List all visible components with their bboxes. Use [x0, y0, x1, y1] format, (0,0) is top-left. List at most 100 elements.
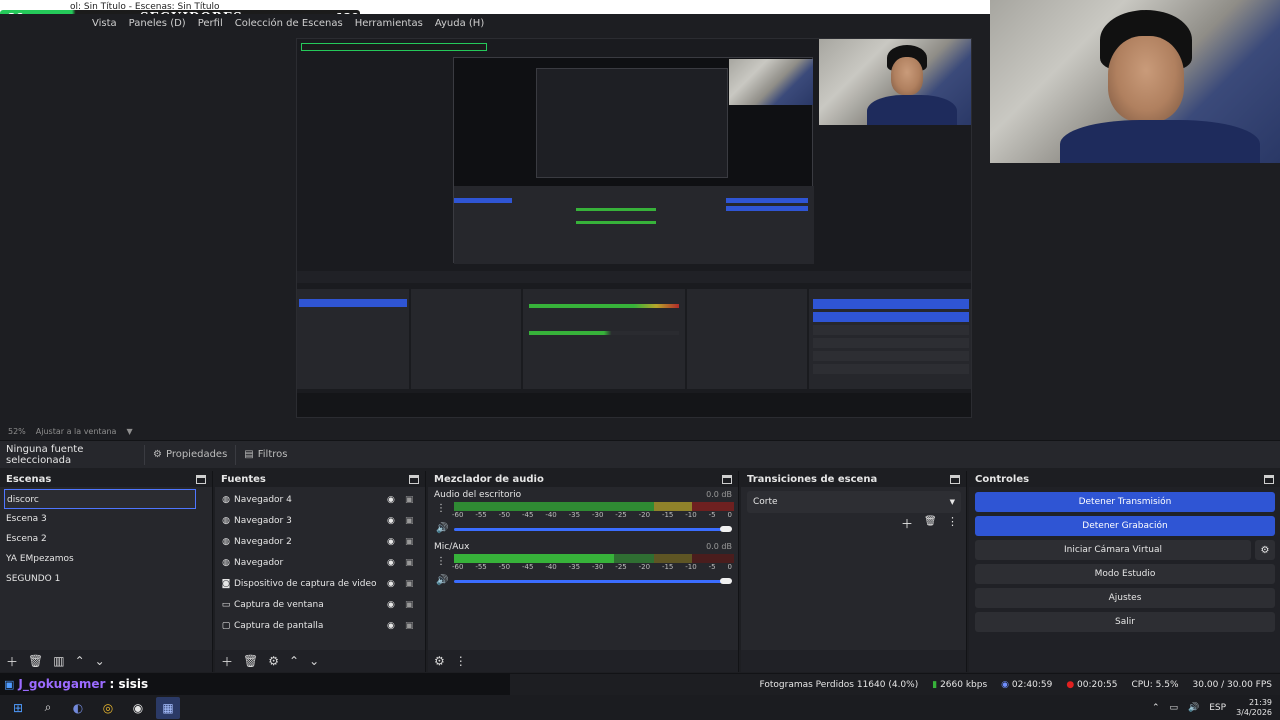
gear-icon[interactable]: ⚙ — [434, 654, 445, 668]
discord-icon[interactable]: ◐ — [66, 697, 90, 719]
volume-icon[interactable]: 🔊 — [1188, 703, 1199, 713]
speaker-icon[interactable]: 🔊 — [436, 575, 448, 586]
exit-button[interactable]: Salir — [975, 612, 1275, 632]
language-indicator[interactable]: ESP — [1209, 703, 1226, 713]
lock-icon[interactable]: ▣ — [405, 495, 414, 505]
add-icon[interactable]: ＋ — [6, 653, 18, 670]
eye-icon[interactable]: ◉ — [387, 600, 395, 610]
source-item[interactable]: ▢ Captura de pantalla ◉ ▣ — [215, 615, 425, 636]
eye-icon[interactable]: ◉ — [387, 516, 395, 526]
obs-icon[interactable]: ◉ — [126, 697, 150, 719]
menu-docks[interactable]: Paneles (D) — [129, 18, 186, 29]
network-icon[interactable]: ▭ — [1170, 703, 1179, 713]
trash-icon[interactable]: 🗑 — [243, 654, 258, 668]
virtual-cam-button[interactable]: Iniciar Cámara Virtual — [975, 540, 1251, 560]
properties-button[interactable]: ⚙ Propiedades — [144, 444, 235, 465]
transition-select[interactable]: Corte ▼ — [747, 491, 961, 513]
add-icon[interactable]: ＋ — [901, 515, 913, 532]
source-item[interactable]: ◍ Navegador 4 ◉ ▣ — [215, 489, 425, 510]
mixer-header: Mezclador de audio — [428, 471, 738, 487]
speaker-icon[interactable]: 🔊 — [436, 523, 448, 534]
arrow-up-icon[interactable]: ⌃ — [289, 654, 299, 668]
add-icon[interactable]: ＋ — [221, 653, 233, 670]
menu-dots-icon[interactable]: ⋮ — [436, 556, 446, 567]
app-icon[interactable]: ▦ — [156, 696, 180, 719]
undock-icon[interactable] — [722, 474, 732, 484]
nested-follow-bar — [301, 43, 487, 51]
clock[interactable]: 21:39 3/4/2026 — [1236, 698, 1272, 718]
controls-title: Controles — [975, 473, 1030, 485]
source-item[interactable]: ◍ Navegador 3 ◉ ▣ — [215, 510, 425, 531]
gear-icon[interactable]: ⚙ — [268, 654, 279, 668]
filter-icon[interactable]: ▥ — [53, 654, 64, 668]
scene-item-active[interactable]: discorc — [4, 489, 196, 509]
stop-stream-button[interactable]: Detener Transmisión — [975, 492, 1275, 512]
transitions-dock: Transiciones de escena Corte ▼ ＋ 🗑 ⋮ — [741, 471, 967, 672]
settings-button[interactable]: Ajustes — [975, 588, 1275, 608]
eye-icon[interactable]: ◉ — [387, 579, 395, 589]
menu-dots-icon[interactable]: ⋮ — [455, 654, 467, 668]
source-item[interactable]: ▭ Captura de ventana ◉ ▣ — [215, 594, 425, 615]
broadcast-icon: ◉ — [1001, 679, 1010, 690]
windows-start-icon[interactable]: ⊞ — [6, 697, 30, 719]
source-item[interactable]: ◙ Dispositivo de captura de video ◉ ▣ — [215, 573, 425, 594]
menu-help[interactable]: Ayuda (H) — [435, 18, 484, 29]
controls-header: Controles — [969, 471, 1280, 487]
zoom-level: 52% — [8, 426, 26, 436]
menu-dots-icon[interactable]: ⋮ — [436, 503, 446, 514]
filters-button[interactable]: ▤ Filtros — [235, 444, 295, 465]
scene-item[interactable]: Escena 3 — [0, 509, 212, 529]
undock-icon[interactable] — [196, 474, 206, 484]
menu-bar: Vista Paneles (D) Perfil Colección de Es… — [0, 14, 990, 32]
nested-stream-btn — [726, 198, 808, 203]
scene-item[interactable]: Escena 2 — [0, 529, 212, 549]
eye-icon[interactable]: ◉ — [387, 621, 395, 631]
webcam-face — [1108, 36, 1184, 122]
undock-icon[interactable] — [409, 474, 419, 484]
undock-icon[interactable] — [950, 474, 960, 484]
lock-icon[interactable]: ▣ — [405, 558, 414, 568]
arrow-down-icon[interactable]: ⌄ — [309, 654, 319, 668]
lock-icon[interactable]: ▣ — [405, 579, 414, 589]
mixer-meter — [454, 554, 734, 563]
eye-icon[interactable]: ◉ — [387, 537, 395, 547]
menu-view[interactable]: Vista — [92, 18, 117, 29]
no-source-label: Ninguna fuente seleccionada — [6, 443, 84, 466]
menu-profile[interactable]: Perfil — [198, 18, 223, 29]
volume-knob[interactable] — [720, 526, 732, 532]
volume-slider[interactable] — [454, 580, 724, 583]
arrow-up-icon[interactable]: ⌃ — [75, 654, 85, 668]
menu-dots-icon[interactable]: ⋮ — [947, 515, 958, 528]
arrow-down-icon[interactable]: ⌄ — [95, 654, 105, 668]
trash-icon[interactable]: 🗑 — [28, 654, 43, 668]
stop-record-button[interactable]: Detener Grabación — [975, 516, 1275, 536]
lock-icon[interactable]: ▣ — [405, 537, 414, 547]
volume-slider[interactable] — [454, 528, 724, 531]
studio-mode-button[interactable]: Modo Estudio — [975, 564, 1275, 584]
search-icon[interactable]: ⌕ — [36, 697, 60, 719]
scene-item[interactable]: YA EMpezamos — [0, 549, 212, 569]
volume-knob[interactable] — [720, 578, 732, 584]
eye-icon[interactable]: ◉ — [387, 495, 395, 505]
gear-icon[interactable]: ⚙ — [1255, 540, 1275, 560]
lock-icon[interactable]: ▣ — [405, 621, 414, 631]
trash-icon[interactable]: 🗑 — [924, 516, 937, 527]
preview-canvas[interactable] — [296, 38, 972, 418]
eye-icon[interactable]: ◉ — [387, 558, 395, 568]
menu-tools[interactable]: Herramientas — [355, 18, 423, 29]
source-item[interactable]: ◍ Navegador 2 ◉ ▣ — [215, 531, 425, 552]
chrome-icon[interactable]: ◎ — [96, 697, 120, 719]
nested-controls-exit — [813, 364, 969, 374]
chevron-down-icon[interactable]: ▼ — [126, 427, 132, 436]
undock-icon[interactable] — [1264, 474, 1274, 484]
lock-icon[interactable]: ▣ — [405, 516, 414, 526]
scene-item[interactable]: SEGUNDO 1 — [0, 569, 212, 589]
source-item[interactable]: ◍ Navegador ◉ ▣ — [215, 552, 425, 573]
nested-record-btn — [726, 206, 808, 211]
zoom-fit-select[interactable]: Ajustar a la ventana — [36, 427, 117, 436]
menu-scene-collection[interactable]: Colección de Escenas — [235, 18, 343, 29]
sources-list: ◍ Navegador 4 ◉ ▣ ◍ Navegador 3 ◉ ▣ ◍ Navegador… — [215, 487, 425, 650]
nested-scene-active — [299, 299, 407, 307]
lock-icon[interactable]: ▣ — [405, 600, 414, 610]
chevron-up-icon[interactable]: ⌃ — [1152, 703, 1160, 713]
